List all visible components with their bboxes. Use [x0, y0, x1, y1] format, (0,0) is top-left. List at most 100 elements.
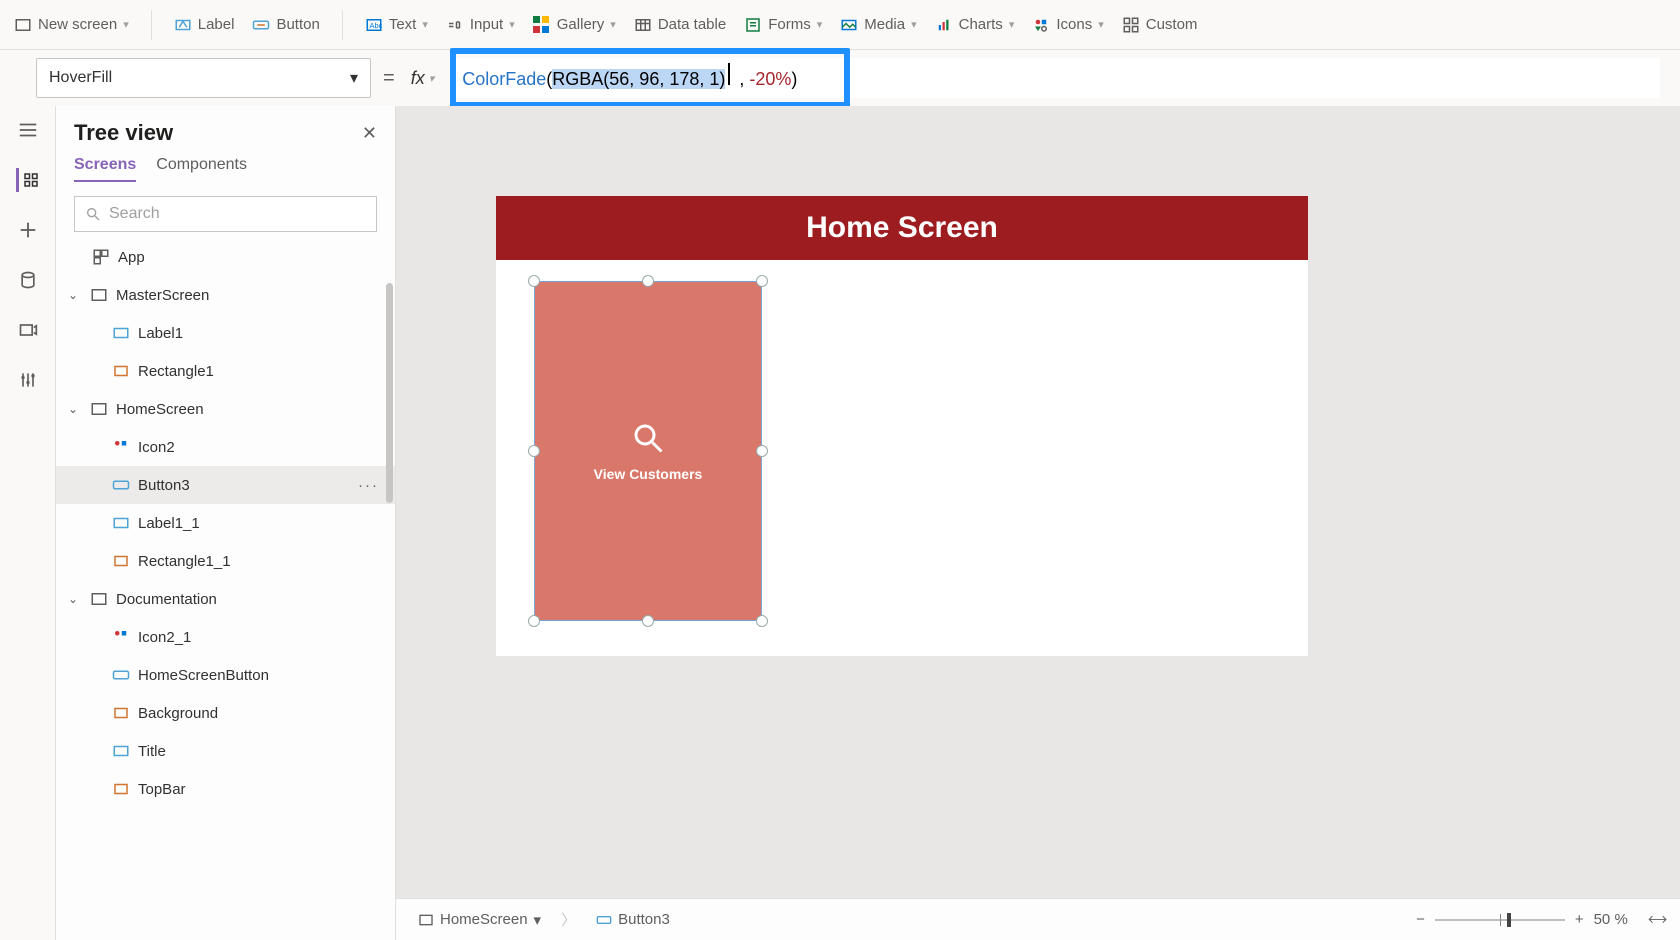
selection-handle[interactable] — [528, 445, 540, 457]
insert-media-label: Media — [864, 16, 905, 33]
tree-item-label: TopBar — [138, 781, 186, 798]
insert-input-label: Input — [470, 16, 503, 33]
data-rail-button[interactable] — [16, 268, 40, 292]
advanced-rail-button[interactable] — [16, 368, 40, 392]
selection-handle[interactable] — [756, 445, 768, 457]
tree-view-title: Tree view — [74, 120, 173, 146]
tree-item-icon2[interactable]: Icon2 — [56, 428, 395, 466]
insert-text-label: Text — [389, 16, 417, 33]
insert-button-text: Button — [276, 16, 319, 33]
insert-media-menu[interactable]: Media ▾ — [840, 16, 916, 34]
tab-screens[interactable]: Screens — [74, 156, 136, 182]
insert-input-menu[interactable]: Input ▾ — [446, 16, 515, 34]
tree-item-homescreenbutton[interactable]: HomeScreenButton — [56, 656, 395, 694]
zoom-out-button[interactable]: − — [1416, 911, 1425, 928]
tree-item-documentation[interactable]: ⌄ Documentation — [56, 580, 395, 618]
media-icon — [840, 16, 858, 34]
tree-item-background[interactable]: Background — [56, 694, 395, 732]
property-selector[interactable]: HoverFill ▾ — [36, 58, 371, 98]
tree-item-label: Label1_1 — [138, 515, 200, 532]
scrollbar-thumb[interactable] — [386, 283, 393, 503]
icons-icon — [112, 628, 130, 646]
insert-button[interactable]: Button — [252, 16, 319, 34]
chevron-down-icon: ▾ — [1009, 18, 1015, 31]
svg-text:Abc: Abc — [369, 21, 382, 30]
icons-icon — [1032, 16, 1050, 34]
separator — [151, 10, 152, 40]
more-button[interactable]: ··· — [358, 477, 379, 494]
tree-item-app[interactable]: App — [56, 238, 395, 276]
insert-text-menu[interactable]: Abc Text ▾ — [365, 16, 428, 34]
tree-item-rectangle1-1[interactable]: Rectangle1_1 — [56, 542, 395, 580]
insert-label-text: Label — [198, 16, 235, 33]
text-cursor-icon — [725, 65, 739, 85]
tree-view-panel: Tree view ✕ Screens Components Search Ap… — [56, 106, 396, 940]
selection-handle[interactable] — [642, 615, 654, 627]
button3-control[interactable]: View Customers — [534, 281, 762, 621]
zoom-in-button[interactable]: + — [1575, 911, 1584, 928]
tree-item-label: Rectangle1 — [138, 363, 214, 380]
chevron-down-icon: ▾ — [123, 18, 129, 31]
selection-handle[interactable] — [756, 275, 768, 287]
equals-sign: = — [383, 67, 395, 90]
status-bar: HomeScreen ▾ 〉 Button3 − + 50 % ⤢ — [396, 898, 1680, 940]
selection-handle[interactable] — [528, 615, 540, 627]
left-rail — [0, 106, 56, 940]
new-screen-menu[interactable]: New screen ▾ — [14, 16, 129, 34]
insert-label[interactable]: Label — [174, 16, 235, 34]
insert-charts-menu[interactable]: Charts ▾ — [935, 16, 1015, 34]
tree-item-rectangle1[interactable]: Rectangle1 — [56, 352, 395, 390]
treeview-rail-button[interactable] — [16, 168, 40, 192]
button-icon — [252, 16, 270, 34]
hamburger-button[interactable] — [16, 118, 40, 142]
tab-components[interactable]: Components — [156, 156, 247, 182]
fx-button[interactable]: fx ▾ — [407, 68, 439, 89]
tree-item-label: Button3 — [138, 477, 190, 494]
chevron-down-icon: ▾ — [817, 18, 823, 31]
rectangle-icon — [112, 362, 130, 380]
chevron-down-icon: ▾ — [1098, 18, 1104, 31]
canvas[interactable]: Home Screen View Customers HomeScreen ▾ … — [396, 106, 1680, 940]
tree-item-masterscreen[interactable]: ⌄ MasterScreen — [56, 276, 395, 314]
insert-custom-menu[interactable]: Custom — [1122, 16, 1198, 34]
fit-to-window-button[interactable]: ⤢ — [1644, 907, 1669, 932]
tree-search-input[interactable]: Search — [74, 196, 377, 232]
insert-gallery-menu[interactable]: Gallery ▾ — [533, 16, 616, 34]
insert-rail-button[interactable] — [16, 218, 40, 242]
breadcrumb-screen-label: HomeScreen — [440, 911, 528, 928]
chevron-down-icon: ▾ — [429, 72, 435, 85]
tree-item-label1-1[interactable]: Label1_1 — [56, 504, 395, 542]
chevron-down-icon: ▾ — [422, 18, 428, 31]
formula-input[interactable]: ColorFade(RGBA(56, 96, 178, 1), -20%) — [450, 58, 1660, 98]
custom-icon — [1122, 16, 1140, 34]
media-rail-button[interactable] — [16, 318, 40, 342]
tree-item-homescreen[interactable]: ⌄ HomeScreen — [56, 390, 395, 428]
breadcrumb-control[interactable]: Button3 — [590, 909, 676, 930]
tree-item-topbar[interactable]: TopBar — [56, 770, 395, 808]
tree-item-icon2-1[interactable]: Icon2_1 — [56, 618, 395, 656]
screen-icon — [14, 16, 32, 34]
tree-item-label: HomeScreenButton — [138, 667, 269, 684]
button3-label: View Customers — [594, 466, 703, 482]
zoom-slider[interactable] — [1435, 919, 1565, 921]
breadcrumb-control-label: Button3 — [618, 911, 670, 928]
selection-handle[interactable] — [528, 275, 540, 287]
tree-item-title[interactable]: Title — [56, 732, 395, 770]
design-surface[interactable]: Home Screen View Customers — [496, 196, 1308, 656]
insert-datatable[interactable]: Data table — [634, 16, 726, 34]
insert-icons-menu[interactable]: Icons ▾ — [1032, 16, 1103, 34]
selection-handle[interactable] — [642, 275, 654, 287]
close-panel-button[interactable]: ✕ — [362, 123, 377, 144]
datatable-icon — [634, 16, 652, 34]
tree-item-button3[interactable]: Button3 ··· — [56, 466, 395, 504]
tree-item-label1[interactable]: Label1 — [56, 314, 395, 352]
tree-item-label: Icon2_1 — [138, 629, 191, 646]
insert-datatable-label: Data table — [658, 16, 726, 33]
tree-list: App ⌄ MasterScreen Label1 Rectangle1 ⌄ H… — [56, 238, 395, 940]
zoom-thumb[interactable] — [1507, 913, 1511, 927]
breadcrumb-screen[interactable]: HomeScreen ▾ — [412, 909, 547, 931]
insert-ribbon: New screen ▾ Label Button Abc Text ▾ Inp… — [0, 0, 1680, 50]
insert-forms-menu[interactable]: Forms ▾ — [744, 16, 822, 34]
selection-handle[interactable] — [756, 615, 768, 627]
forms-icon — [744, 16, 762, 34]
